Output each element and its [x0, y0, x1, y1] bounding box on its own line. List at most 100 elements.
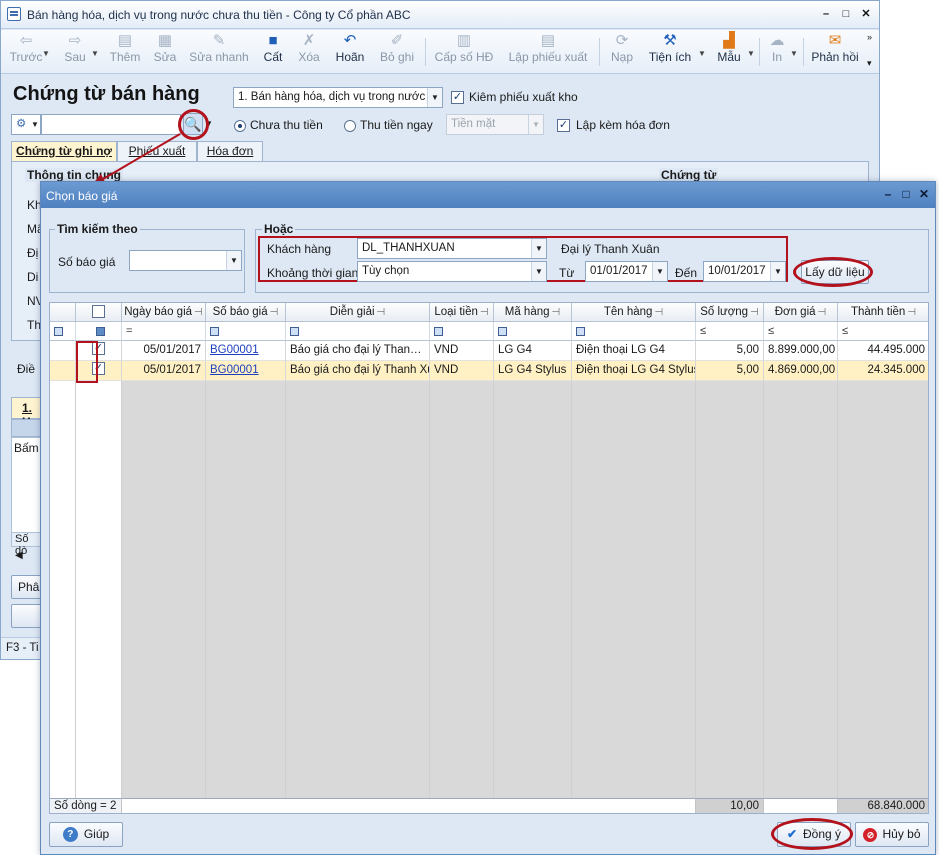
cell-item-code: LG G4: [494, 341, 572, 361]
cell-quote-link[interactable]: BG00001: [206, 341, 286, 361]
cell-date: 05/01/2017: [122, 341, 206, 361]
cell-currency: VND: [430, 341, 494, 361]
filter-cell-date[interactable]: =: [122, 322, 206, 341]
select-all-checkbox[interactable]: [92, 305, 105, 319]
filter-cell-quote[interactable]: [206, 322, 286, 341]
row-indicator: [50, 361, 76, 381]
col-header-currency[interactable]: Loại tiền ⊣: [430, 303, 494, 322]
fetch-highlight-ellipse: [793, 257, 873, 287]
empty-column: [206, 381, 286, 798]
ok-highlight-ellipse: [771, 818, 853, 850]
dialog-title: Chọn báo giá: [46, 189, 118, 203]
dialog-titlebar: Chọn báo giá – □ ✕: [41, 182, 935, 208]
filter-cell-qty[interactable]: ≤: [696, 322, 764, 341]
filter-cell-code[interactable]: [494, 322, 572, 341]
filter-cell-amount[interactable]: ≤: [838, 322, 928, 341]
pin-icon[interactable]: ⊣: [907, 307, 916, 318]
col-header-unit-price[interactable]: Đơn giá ⊣: [764, 303, 838, 322]
empty-column: [430, 381, 494, 798]
help-icon: ?: [62, 827, 78, 843]
chevron-down-icon[interactable]: ▼: [531, 239, 546, 258]
pin-icon[interactable]: ⊣: [270, 307, 279, 318]
pin-icon[interactable]: ⊣: [480, 307, 489, 318]
pin-icon[interactable]: ⊣: [750, 307, 759, 318]
filter-icon: [54, 326, 63, 336]
filter-cell[interactable]: [50, 322, 76, 341]
filter-icon: [290, 326, 299, 336]
grid-footer-qty: 10,00: [696, 798, 764, 813]
cell-unit-price: 4.869.000,00: [764, 361, 838, 381]
grid-footer-blank: [764, 798, 838, 813]
pin-icon[interactable]: ⊣: [194, 307, 203, 318]
calendar-dropdown-icon[interactable]: ▼: [652, 262, 667, 281]
pin-icon[interactable]: ⊣: [377, 307, 386, 318]
grid-row-count: Số dòng = 2: [50, 798, 122, 813]
pin-icon[interactable]: ⊣: [654, 307, 663, 318]
customer-name: Đại lý Thanh Xuân: [561, 242, 660, 256]
to-date-input[interactable]: 10/01/2017 ▼: [703, 261, 786, 282]
col-header-item-name[interactable]: Tên hàng ⊣: [572, 303, 696, 322]
cell-date: 05/01/2017: [122, 361, 206, 381]
col-header-amount[interactable]: Thành tiền ⊣: [838, 303, 928, 322]
row-indicator-column: [50, 381, 76, 798]
help-button[interactable]: ? Giúp: [49, 822, 123, 847]
cell-amount: 44.495.000: [838, 341, 928, 361]
quote-grid: Ngày báo giá ⊣ Số báo giá ⊣ Diễn giải ⊣ Loạ…: [49, 302, 929, 814]
empty-column: [572, 381, 696, 798]
col-header-quote-date[interactable]: Ngày báo giá ⊣: [122, 303, 206, 322]
period-select[interactable]: Tùy chọn ▼: [357, 261, 547, 282]
cell-currency: VND: [430, 361, 494, 381]
pin-icon[interactable]: ⊣: [818, 307, 827, 318]
cell-quantity: 5,00: [696, 361, 764, 381]
pin-icon[interactable]: ⊣: [552, 307, 561, 318]
filter-cell-name[interactable]: [572, 322, 696, 341]
filter-icon: [498, 326, 507, 336]
empty-column: [286, 381, 430, 798]
col-header-quote-no[interactable]: Số báo giá ⊣: [206, 303, 286, 322]
cancel-button[interactable]: ⊘ Hủy bỏ: [855, 822, 929, 847]
to-label: Đến: [675, 266, 698, 280]
cell-description: Báo giá cho đại lý Thanh Xuân: [286, 361, 430, 381]
col-header-item-code[interactable]: Mã hàng ⊣: [494, 303, 572, 322]
empty-column: [122, 381, 206, 798]
grid-footer-amount: 68.840.000: [838, 798, 928, 813]
customer-select[interactable]: DL_THANHXUAN ▼: [357, 238, 547, 259]
filter-icon: [210, 326, 219, 336]
cell-item-name: Điện thoại LG G4: [572, 341, 696, 361]
chevron-down-icon[interactable]: ▼: [226, 251, 241, 270]
from-date-input[interactable]: 01/01/2017 ▼: [585, 261, 668, 282]
cell-amount: 24.345.000: [838, 361, 928, 381]
cell-unit-price: 8.899.000,00: [764, 341, 838, 361]
cell-quote-link[interactable]: BG00001: [206, 361, 286, 381]
annotation-arrow-line: [97, 133, 181, 183]
filter-cell-currency[interactable]: [430, 322, 494, 341]
cell-item-code: LG G4 Stylus: [494, 361, 572, 381]
chevron-down-icon[interactable]: ▼: [531, 262, 546, 281]
empty-column: [764, 381, 838, 798]
grid-corner: [50, 303, 76, 322]
checkbox-column: [76, 381, 122, 798]
cell-description: Báo giá cho đại lý Thanh Xuân: [286, 341, 430, 361]
col-header-description[interactable]: Diễn giải ⊣: [286, 303, 430, 322]
row-indicator: [50, 341, 76, 361]
period-label: Khoảng thời gian: [267, 266, 359, 280]
cell-quantity: 5,00: [696, 341, 764, 361]
from-label: Từ: [559, 266, 575, 280]
filter-cell[interactable]: [76, 322, 122, 341]
empty-column: [838, 381, 928, 798]
filter-icon: [576, 326, 585, 336]
quote-no-select[interactable]: ▼: [129, 250, 242, 271]
close-icon[interactable]: ✕: [917, 187, 931, 201]
minimize-icon[interactable]: –: [881, 187, 895, 201]
calendar-dropdown-icon[interactable]: ▼: [770, 262, 785, 281]
table-row[interactable]: ✓ 05/01/2017 BG00001 Báo giá cho đại lý …: [50, 361, 928, 381]
filter-cell-desc[interactable]: [286, 322, 430, 341]
empty-column: [494, 381, 572, 798]
select-quote-dialog: Chọn báo giá – □ ✕ Tìm kiếm theo Số báo …: [40, 181, 936, 855]
filter-cell-price[interactable]: ≤: [764, 322, 838, 341]
or-title: Hoặc: [262, 222, 296, 236]
cancel-icon: ⊘: [863, 827, 878, 842]
col-header-quantity[interactable]: Số lượng ⊣: [696, 303, 764, 322]
maximize-icon[interactable]: □: [899, 187, 913, 201]
table-row[interactable]: ✓ 05/01/2017 BG00001 Báo giá cho đại lý …: [50, 341, 928, 361]
